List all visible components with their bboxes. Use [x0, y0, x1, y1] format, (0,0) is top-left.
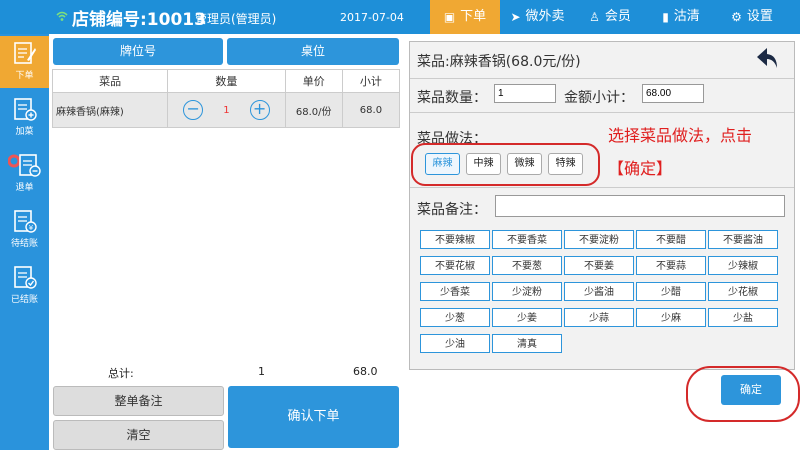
note-tag[interactable]: 不要葱 [492, 256, 562, 275]
tab-member[interactable]: ♙ 会员 [575, 0, 645, 34]
takeout-icon: ➤ [510, 10, 521, 24]
table-header-row: 菜品 数量 单价 小计 [51, 69, 401, 93]
sidebar-item-label: 已结账 [10, 295, 38, 305]
tab-settings[interactable]: ⚙ 设置 [717, 0, 787, 34]
note-tag[interactable]: 不要姜 [564, 256, 634, 275]
sidebar-item-pending-bill[interactable]: ¥ 待结账 [0, 204, 49, 256]
tab-seat[interactable]: 桌位 [227, 38, 399, 65]
total-quantity: 1 [258, 365, 265, 378]
divider [410, 112, 794, 113]
order-edit-icon [13, 42, 36, 64]
clear-button[interactable]: 清空 [53, 420, 224, 450]
order-icon: ▣ [443, 10, 456, 24]
tab-order[interactable]: ▣ 下单 [430, 0, 500, 34]
highlight-oval [411, 143, 600, 186]
column-header-quantity: 数量 [167, 69, 286, 93]
note-tag[interactable]: 少蒜 [564, 308, 634, 327]
instruction-text: 【确定】 [608, 159, 673, 178]
tab-soldout[interactable]: ▮ 沽清 [645, 0, 717, 34]
return-order-icon [7, 154, 41, 177]
member-icon: ♙ [589, 10, 600, 24]
note-tag[interactable]: 不要酱油 [708, 230, 778, 249]
sidebar-item-add-dish[interactable]: 加菜 [0, 92, 49, 144]
note-tag[interactable]: 少油 [420, 334, 490, 353]
subtotal: 68.0 [341, 92, 401, 128]
note-tag[interactable]: 少葱 [420, 308, 490, 327]
quantity-input[interactable] [494, 84, 556, 103]
sidebar-item-label: 退单 [15, 183, 34, 193]
divider [410, 78, 794, 79]
minus-icon[interactable]: − [183, 100, 204, 120]
total-label: 总计: [108, 367, 134, 380]
remark-input[interactable] [495, 195, 785, 217]
sidebar: 下单 加菜 退单 ¥ 待结账 已结账 [0, 34, 49, 450]
tab-label: 微外卖 [525, 9, 565, 24]
unit-price: 68.0/份 [284, 92, 343, 128]
column-header-dish: 菜品 [51, 69, 169, 93]
confirm-order-button[interactable]: 确认下单 [228, 386, 399, 448]
note-tag[interactable]: 不要辣椒 [420, 230, 490, 249]
sidebar-item-settled-bill[interactable]: 已结账 [0, 260, 49, 312]
total-amount: 68.0 [353, 365, 378, 378]
column-header-price: 单价 [284, 69, 343, 93]
note-tag[interactable]: 不要花椒 [420, 256, 490, 275]
store-number: 店铺编号:10013 [72, 10, 206, 30]
note-tag[interactable]: 少醋 [636, 282, 706, 301]
tab-takeout[interactable]: ➤ 微外卖 [500, 0, 575, 34]
quantity-label: 菜品数量： [417, 90, 487, 106]
note-tag[interactable]: 少盐 [708, 308, 778, 327]
quantity-value: 1 [223, 104, 230, 116]
gear-icon: ⚙ [731, 10, 742, 24]
note-tag[interactable]: 少淀粉 [492, 282, 562, 301]
order-note-button[interactable]: 整单备注 [53, 386, 224, 416]
sidebar-item-label: 下单 [15, 71, 34, 81]
totals-row: 总计: 1 68.0 [50, 357, 402, 385]
tab-table-number[interactable]: 牌位号 [53, 38, 223, 65]
wifi-icon [56, 11, 68, 21]
note-tag[interactable]: 不要淀粉 [564, 230, 634, 249]
dish-title: 菜品:麻辣香锅(68.0元/份) [417, 54, 581, 70]
note-tag[interactable]: 少酱油 [564, 282, 634, 301]
note-tag[interactable]: 少麻 [636, 308, 706, 327]
order-panel: 牌位号 桌位 菜品 数量 单价 小计 麻辣香锅(麻辣) − 1 + 68.0/份… [50, 34, 402, 450]
pending-bill-icon: ¥ [13, 210, 37, 233]
remark-label: 菜品备注： [417, 202, 487, 218]
svg-text:¥: ¥ [28, 224, 33, 232]
note-tag[interactable]: 不要香菜 [492, 230, 562, 249]
note-tag[interactable]: 少香菜 [420, 282, 490, 301]
note-tag[interactable]: 少辣椒 [708, 256, 778, 275]
add-dish-icon [13, 98, 37, 121]
tab-label: 下单 [460, 9, 487, 24]
divider [410, 187, 794, 188]
date-display: 2017-07-04 [340, 11, 404, 24]
table-row[interactable]: 麻辣香锅(麻辣) − 1 + 68.0/份 68.0 [51, 92, 401, 128]
plus-icon[interactable]: + [249, 100, 270, 120]
instruction-text: 选择菜品做法，点击 [608, 126, 753, 145]
note-tag[interactable]: 少花椒 [708, 282, 778, 301]
note-tag[interactable]: 不要蒜 [636, 256, 706, 275]
dish-name: 麻辣香锅(麻辣) [51, 92, 169, 128]
note-tag[interactable]: 不要醋 [636, 230, 706, 249]
chart-icon: ▮ [662, 10, 669, 24]
tab-label: 沽清 [673, 9, 700, 24]
top-bar: 店铺编号:10013 管理员(管理员) 2017-07-04 ▣ 下单 ➤ 微外… [0, 0, 800, 34]
sidebar-item-label: 加菜 [15, 127, 34, 137]
tab-label: 设置 [746, 9, 773, 24]
sidebar-item-return-order[interactable]: 退单 [0, 148, 49, 200]
amount-input[interactable] [642, 84, 704, 103]
note-tag[interactable]: 清真 [492, 334, 562, 353]
highlight-oval [686, 366, 800, 422]
amount-label: 金额小计： [564, 90, 634, 106]
sidebar-item-label: 待结账 [10, 239, 38, 249]
note-tag[interactable]: 少姜 [492, 308, 562, 327]
quantity-stepper: − 1 + [169, 100, 283, 120]
settled-bill-icon [13, 266, 37, 289]
dish-detail-panel: 菜品:麻辣香锅(68.0元/份) 菜品数量： 金额小计： 菜品做法： 麻辣 中辣… [409, 41, 795, 370]
sidebar-item-order[interactable]: 下单 [0, 36, 49, 88]
staff-name: 管理员(管理员) [195, 12, 277, 26]
column-header-subtotal: 小计 [341, 69, 401, 93]
order-table: 菜品 数量 单价 小计 麻辣香锅(麻辣) − 1 + 68.0/份 68.0 [51, 69, 401, 128]
back-arrow-icon[interactable] [755, 46, 779, 70]
tab-label: 会员 [604, 9, 631, 24]
